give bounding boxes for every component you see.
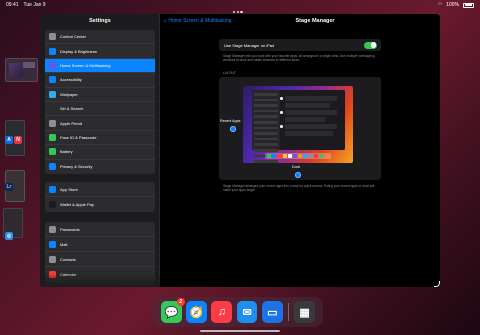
- battery-icon: [49, 148, 56, 156]
- apple-pencil-icon: [49, 119, 56, 127]
- preview-dock: [265, 153, 331, 159]
- sidebar-item-passwords[interactable]: Passwords: [45, 222, 155, 237]
- display-and-brightness-icon: [49, 47, 56, 55]
- app-store-icon[interactable]: A: [5, 136, 13, 144]
- sidebar-item-label: Battery: [60, 149, 73, 155]
- app-library-icon: ▦: [299, 306, 310, 319]
- sidebar-item-battery[interactable]: Battery: [45, 145, 155, 160]
- news-icon[interactable]: N: [14, 136, 22, 144]
- home-indicator[interactable]: [200, 330, 280, 332]
- control-center-icon: [49, 33, 56, 41]
- sidebar-title: Settings: [89, 18, 111, 24]
- sidebar-item-privacy-and-security[interactable]: Privacy & Security: [45, 160, 155, 174]
- sidebar-item-accessibility[interactable]: Accessibility: [45, 73, 155, 88]
- recent-app-thumbnail[interactable]: [5, 58, 38, 82]
- dock-checkbox[interactable]: [295, 172, 301, 178]
- detail-pane: ‹ Home Screen & Multitasking Stage Manag…: [160, 14, 440, 287]
- recent-apps-strip: A N Lr ◎: [0, 0, 42, 335]
- sidebar-item-label: Wallet & Apple Pay: [60, 202, 94, 207]
- recent-apps-checkbox[interactable]: [230, 126, 236, 132]
- battery-percent: 100%: [446, 2, 459, 8]
- wifi-icon: ◠: [437, 2, 443, 8]
- sidebar-item-label: Wallpaper: [60, 91, 78, 97]
- sidebar-item-label: Face ID & Passcode: [60, 134, 97, 140]
- mail-icon: [49, 240, 56, 248]
- sidebar-item-wallpaper[interactable]: Wallpaper: [45, 88, 155, 102]
- settings-sidebar: Settings Control Center Display & Brightn…: [40, 14, 160, 287]
- sidebar-item-label: App Store: [60, 186, 78, 192]
- mail-icon: ✉: [242, 306, 252, 319]
- sidebar-item-label: Privacy & Security: [60, 164, 93, 170]
- battery-icon: [463, 2, 474, 8]
- dock: 💬 2 🧭 ♫ ✉ ▭ ▦: [153, 297, 323, 327]
- window-menu-dots[interactable]: [233, 11, 243, 14]
- sidebar-item-siri-and-search[interactable]: Siri & Search: [45, 102, 155, 117]
- messages-icon: 💬: [164, 306, 179, 319]
- accessibility-icon: [49, 76, 56, 84]
- sidebar-item-home-screen-and-multitasking[interactable]: Home Screen & Multitasking: [45, 58, 155, 74]
- home-screen-and-multitasking-icon: [49, 61, 56, 69]
- passwords-icon: [49, 225, 56, 233]
- safari-app-icon[interactable]: 🧭: [186, 301, 207, 323]
- sidebar-item-face-id-and-passcode[interactable]: Face ID & Passcode: [45, 131, 155, 146]
- face-id-and-passcode-icon: [49, 133, 56, 141]
- stage-manager-toggle-row: Use Stage Manager on iPad: [219, 39, 381, 51]
- toggle-label: Use Stage Manager on iPad: [224, 42, 275, 48]
- notification-badge: 2: [176, 298, 185, 306]
- dock-label: Dock: [292, 165, 301, 169]
- preview-window: [252, 90, 345, 163]
- stage-manager-description: Stage Manager lets you work with your fa…: [223, 54, 375, 63]
- wallpaper-icon: [49, 90, 56, 98]
- layout-card: Recent Apps Dock: [219, 77, 381, 180]
- sidebar-item-display-and-brightness[interactable]: Display & Brightness: [45, 44, 155, 59]
- sidebar-item-apple-pencil[interactable]: Apple Pencil: [45, 116, 155, 131]
- status-bar: 09:41 Tue Jan 9 ◠ 100%: [0, 0, 480, 10]
- sidebar-item-label: Control Center: [60, 34, 87, 40]
- lightroom-icon[interactable]: Lr: [5, 183, 13, 191]
- settings-group: Control Center Display & Brightness Home S…: [45, 30, 155, 174]
- stage-manager-toggle[interactable]: [364, 41, 377, 49]
- contacts-icon: [49, 255, 56, 263]
- music-app-icon[interactable]: ♫: [211, 301, 233, 323]
- page-title: Stage Manager: [295, 18, 335, 24]
- sidebar-item-label: Display & Brightness: [60, 48, 97, 54]
- app-store-icon: [49, 185, 56, 193]
- sidebar-item-mail[interactable]: Mail: [45, 237, 155, 252]
- mail-app-icon[interactable]: ✉: [236, 301, 258, 323]
- app-library-app-icon[interactable]: ▦: [294, 301, 315, 323]
- sidebar-item-label: Contacts: [60, 256, 76, 262]
- music-icon: ♫: [217, 306, 226, 318]
- recent-apps-label: Recent Apps: [220, 119, 241, 123]
- sidebar-item-label: Apple Pencil: [60, 120, 83, 126]
- files-icon: ▭: [267, 306, 278, 319]
- settings-window: Settings Control Center Display & Brightn…: [40, 14, 440, 287]
- sidebar-item-label: Mail: [60, 241, 68, 247]
- siri-and-search-icon: [49, 105, 56, 113]
- wallet-and-apple-pay-icon: [49, 201, 56, 208]
- sidebar-item-label: Siri & Search: [60, 106, 84, 112]
- layout-preview: [243, 86, 353, 163]
- sidebar-item-label: Passwords: [60, 226, 80, 232]
- files-app-icon[interactable]: ▭: [261, 301, 283, 323]
- sidebar-item-label: Accessibility: [60, 77, 82, 83]
- safari-icon[interactable]: ◎: [5, 232, 13, 240]
- sidebar-item-wallet-and-apple-pay[interactable]: Wallet & Apple Pay: [45, 197, 155, 212]
- layout-description: Stage Manager arranges your recent apps …: [223, 184, 375, 193]
- layout-section-label: LAYOUT: [223, 71, 236, 75]
- sidebar-item-control-center[interactable]: Control Center: [45, 30, 155, 45]
- sidebar-item-contacts[interactable]: Contacts: [45, 252, 155, 267]
- sidebar-item-label: Home Screen & Multitasking: [60, 62, 111, 68]
- safari-icon: 🧭: [189, 306, 204, 319]
- settings-group: App Store Wallet & Apple Pay: [45, 182, 155, 212]
- messages-app-icon[interactable]: 💬 2: [161, 298, 185, 323]
- sidebar-item-app-store[interactable]: App Store: [45, 182, 155, 197]
- privacy-and-security-icon: [49, 163, 56, 171]
